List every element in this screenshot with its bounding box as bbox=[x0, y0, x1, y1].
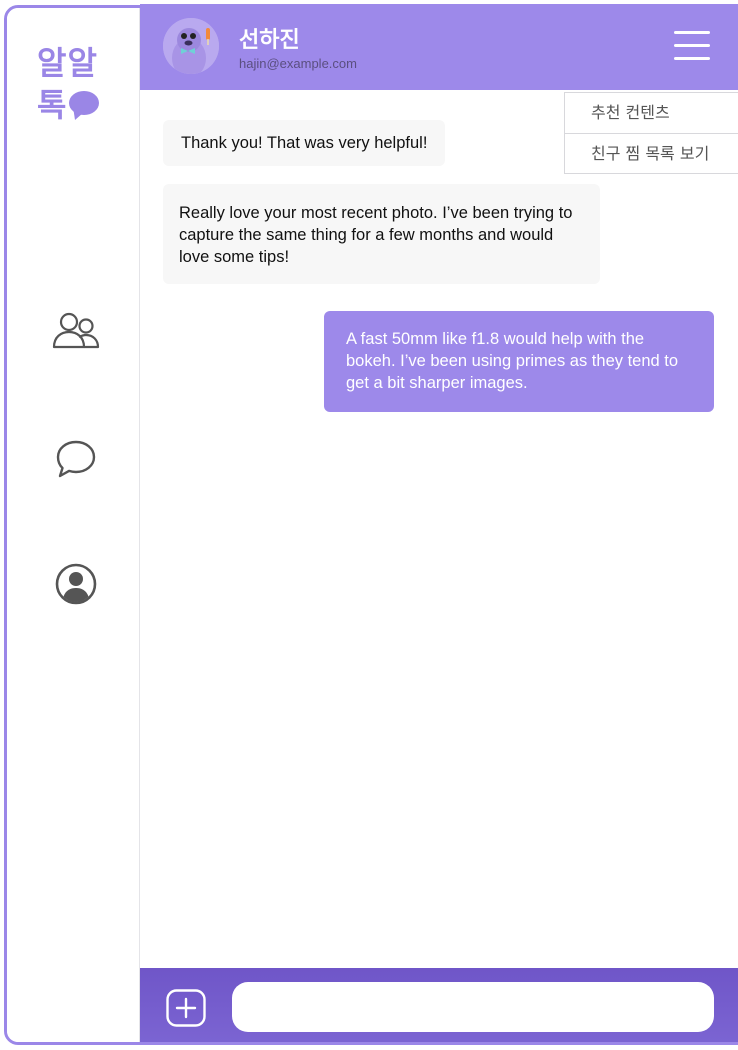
avatar[interactable] bbox=[163, 18, 219, 74]
message-input[interactable] bbox=[232, 982, 714, 1032]
contact-name: 선하진 bbox=[239, 28, 300, 53]
logo-text-line2: 톡 bbox=[37, 86, 68, 124]
sidebar-item-friends[interactable] bbox=[49, 308, 103, 354]
add-attachment-button[interactable] bbox=[166, 989, 206, 1027]
message-bubble-outgoing: A fast 50mm like f1.8 would help with th… bbox=[324, 311, 714, 412]
header-dropdown-menu: 추천 컨텐츠 친구 찜 목록 보기 bbox=[564, 92, 738, 174]
sidebar-item-profile[interactable] bbox=[49, 561, 103, 607]
hamburger-menu-button[interactable] bbox=[674, 28, 712, 62]
message-composer bbox=[140, 968, 738, 1042]
menu-item-recommended-content[interactable]: 추천 컨텐츠 bbox=[565, 93, 738, 133]
plus-icon bbox=[166, 989, 206, 1027]
character-avatar-icon bbox=[163, 18, 219, 74]
profile-icon bbox=[55, 563, 97, 605]
sidebar-item-chat[interactable] bbox=[49, 436, 103, 482]
logo-text-line1: 알알 bbox=[37, 44, 98, 82]
chat-header: 선하진 hajin@example.com bbox=[140, 4, 738, 90]
friends-icon bbox=[52, 312, 100, 349]
message-bubble-incoming: Thank you! That was very helpful! bbox=[163, 120, 446, 166]
speech-bubble-icon bbox=[69, 91, 100, 115]
sidebar: 알알 톡 bbox=[7, 8, 140, 1042]
contact-email: hajin@example.com bbox=[239, 56, 357, 71]
app-logo: 알알 톡 bbox=[37, 42, 117, 126]
hamburger-menu-icon bbox=[674, 31, 710, 34]
menu-item-friend-favorites[interactable]: 친구 찜 목록 보기 bbox=[565, 133, 738, 173]
message-list: Thank you! That was very helpful! Really… bbox=[140, 90, 738, 968]
chat-bubble-icon bbox=[56, 440, 96, 478]
message-bubble-incoming: Really love your most recent photo. I’ve… bbox=[163, 184, 600, 284]
